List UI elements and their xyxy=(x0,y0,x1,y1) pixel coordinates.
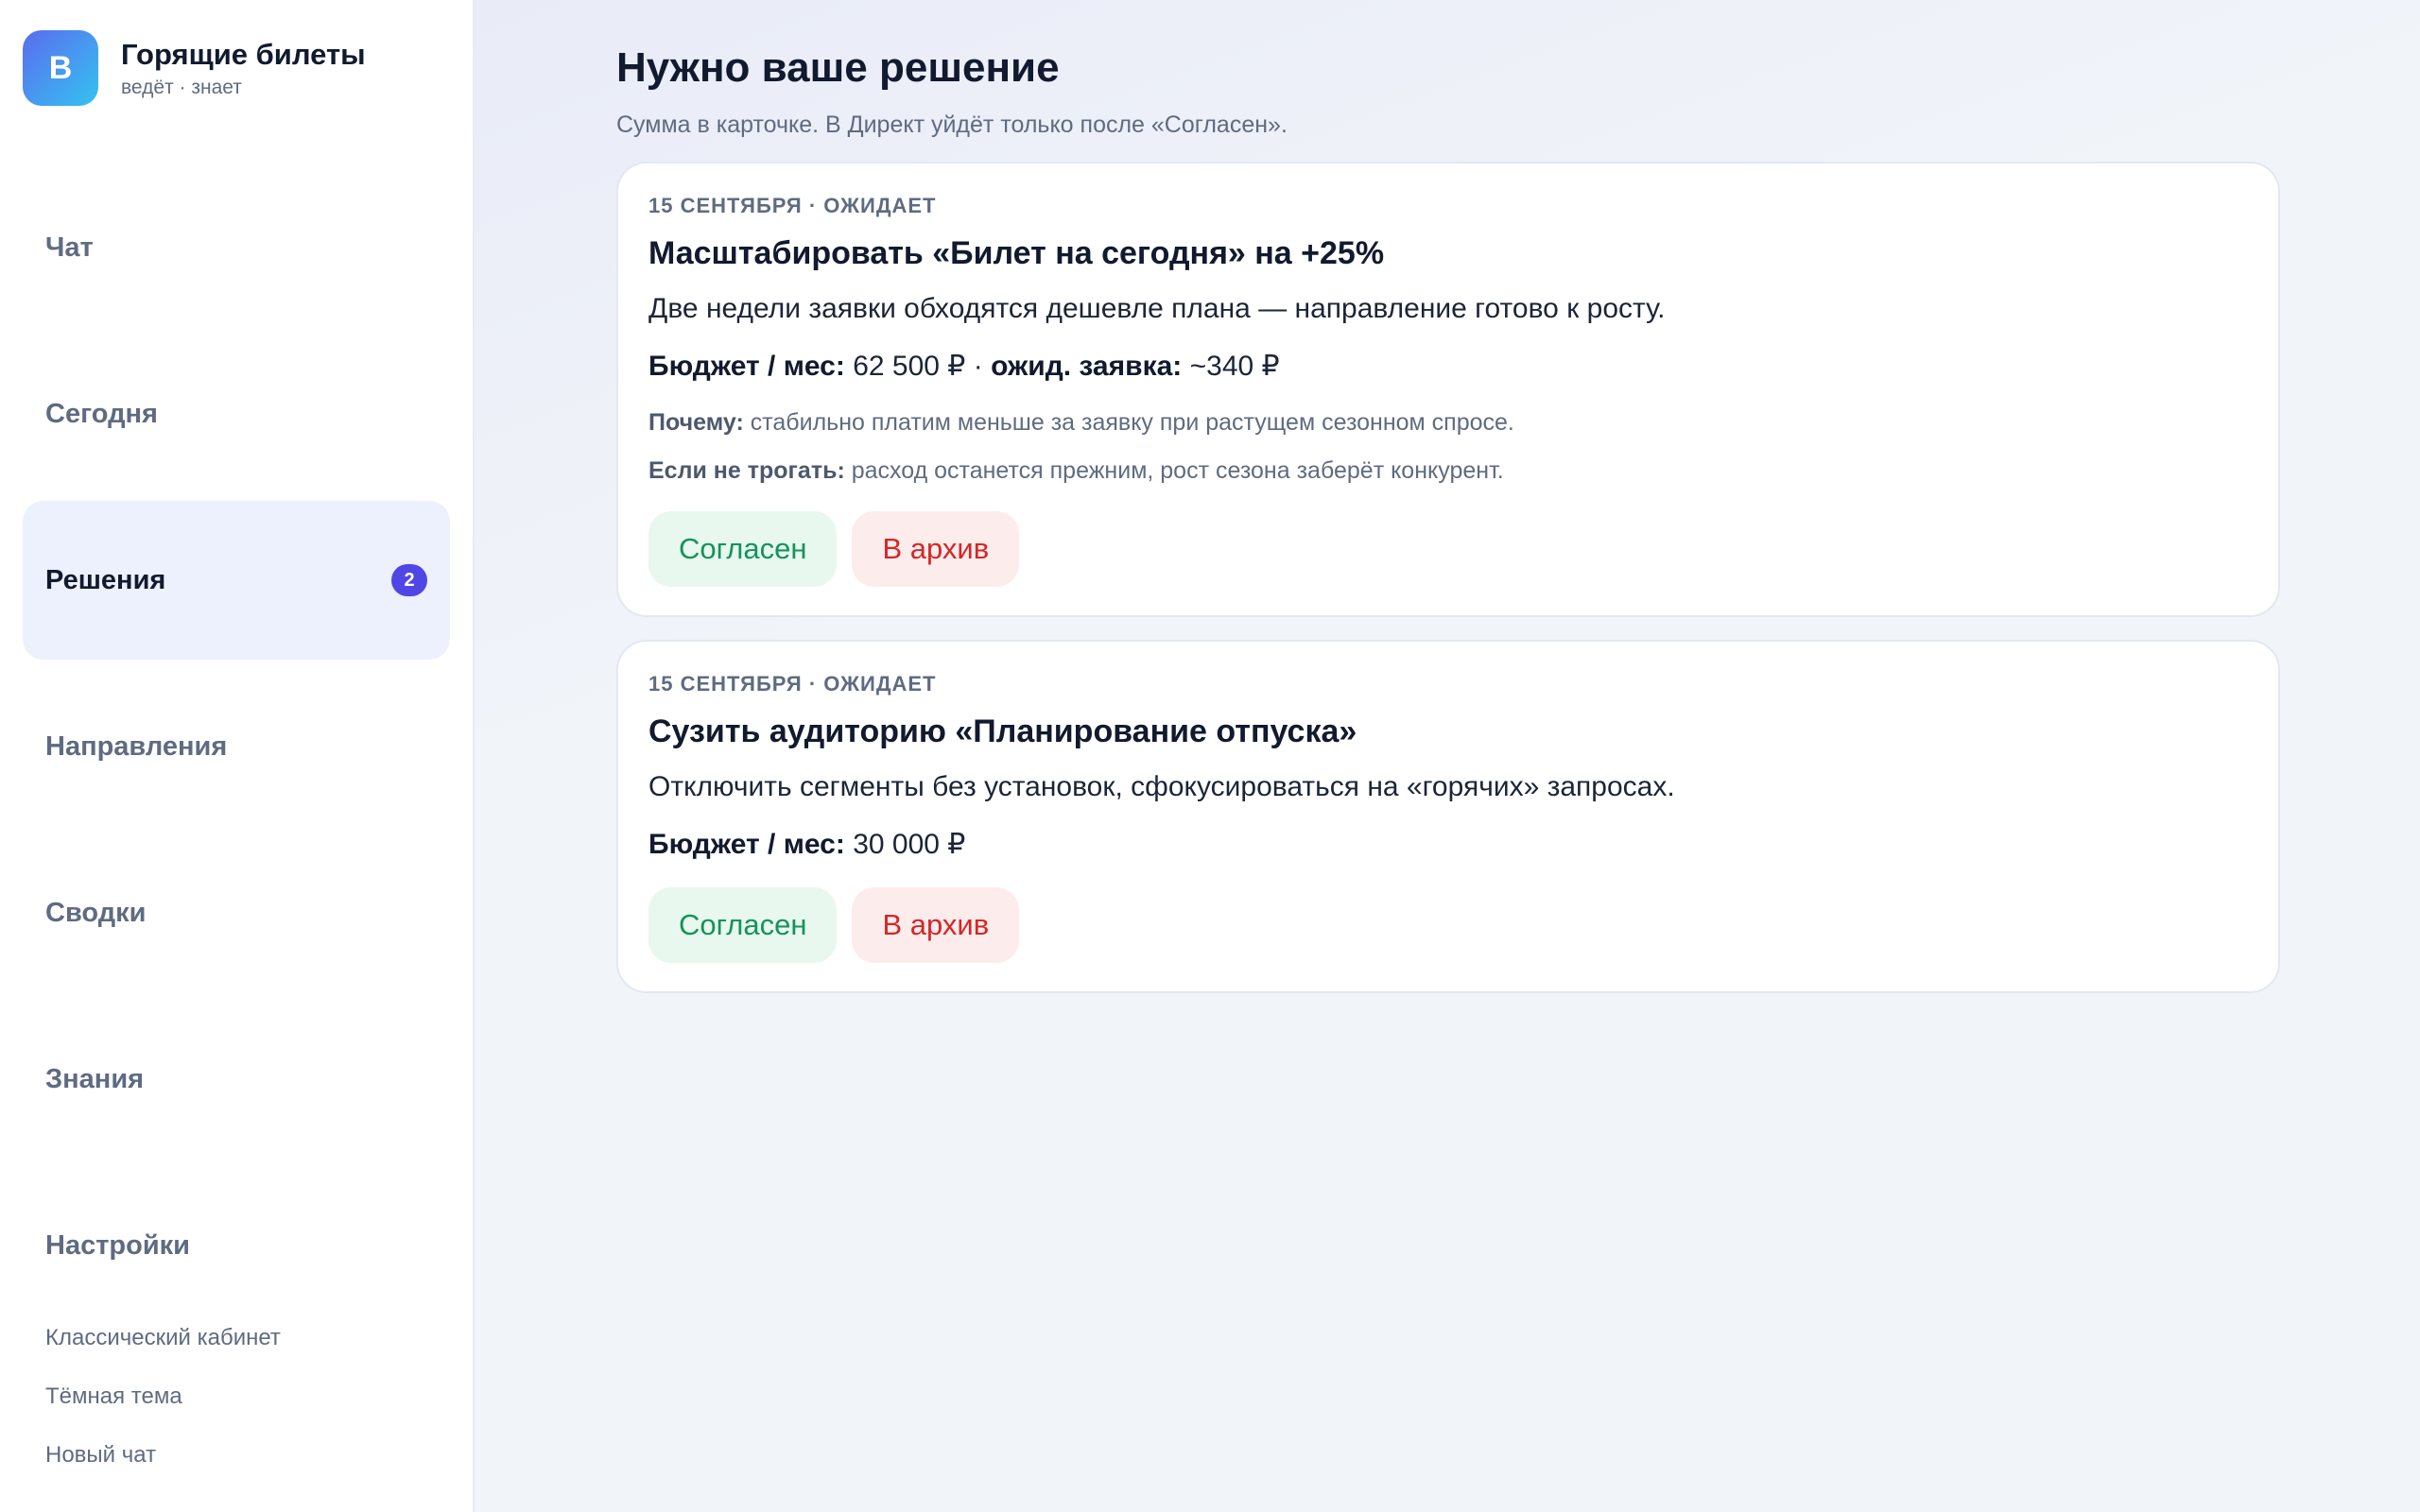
card-meta: 15 СЕНТЯБРЯ · ОЖИДАЕТ xyxy=(648,194,937,217)
expected-label: ожид. заявка: xyxy=(991,351,1183,382)
budget-separator: · xyxy=(965,351,992,382)
if-not-text: расход останется прежним, рост сезона за… xyxy=(851,457,1504,484)
page-title: Нужно ваше решение xyxy=(616,44,1060,91)
classic-cabinet-link[interactable]: Классический кабинет xyxy=(45,1319,281,1378)
sidebar-item-summaries[interactable]: Сводки xyxy=(23,833,450,992)
decisions-count-badge: 2 xyxy=(391,564,427,596)
brand-title: Горящие билеты xyxy=(121,38,366,71)
sidebar-item-settings[interactable]: Настройки xyxy=(23,1166,450,1325)
sidebar-item-today[interactable]: Сегодня xyxy=(23,335,450,493)
brand-subtitle: ведёт · знает xyxy=(121,77,242,98)
page-subtitle: Сумма в карточке. В Директ уйдёт только … xyxy=(616,112,1288,138)
brand: В Горящие билеты ведёт · знает xyxy=(23,30,450,106)
sidebar: В Горящие билеты ведёт · знает Чат Сегод… xyxy=(0,0,475,1512)
card-title: Сузить аудиторию «Планирование отпуска» xyxy=(648,713,1357,749)
card-if-not: Если не трогать: расход останется прежни… xyxy=(648,457,2248,485)
archive-button[interactable]: В архив xyxy=(852,887,1020,963)
decision-card: 15 СЕНТЯБРЯ · ОЖИДАЕТ Сузить аудиторию «… xyxy=(616,640,2280,993)
decision-card: 15 СЕНТЯБРЯ · ОЖИДАЕТ Масштабировать «Би… xyxy=(616,162,2280,617)
new-chat-link[interactable]: Новый чат xyxy=(45,1436,281,1495)
sidebar-item-label: Сводки xyxy=(45,897,147,928)
sidebar-nav: Чат Сегодня Решения 2 Направления Сводки… xyxy=(23,168,450,1332)
expected-value: ~340 ₽ xyxy=(1189,351,1280,382)
sidebar-item-label: Решения xyxy=(45,564,166,595)
card-description: Две недели заявки обходятся дешевле план… xyxy=(648,293,1666,324)
decisions-content: Нужно ваше решение Сумма в карточке. В Д… xyxy=(616,42,2280,993)
budget-value: 30 000 ₽ xyxy=(853,829,966,860)
card-budget: Бюджет / мес: 30 000 ₽ xyxy=(648,828,2248,861)
sidebar-item-label: Чат xyxy=(45,232,94,263)
sidebar-item-label: Направления xyxy=(45,730,228,762)
sidebar-item-directions[interactable]: Направления xyxy=(23,667,450,826)
sidebar-footer-links: Классический кабинет Тёмная тема Новый ч… xyxy=(45,1319,281,1495)
archive-button[interactable]: В архив xyxy=(852,511,1020,587)
budget-label: Бюджет / мес: xyxy=(648,829,845,860)
budget-value: 62 500 ₽ xyxy=(853,351,966,382)
sidebar-item-decisions[interactable]: Решения 2 xyxy=(23,501,450,660)
card-why: Почему: стабильно платим меньше за заявк… xyxy=(648,409,2248,437)
card-meta: 15 СЕНТЯБРЯ · ОЖИДАЕТ xyxy=(648,672,937,696)
why-text: стабильно платим меньше за заявку при ра… xyxy=(750,409,1514,436)
card-title: Масштабировать «Билет на сегодня» на +25… xyxy=(648,235,1385,271)
sidebar-item-label: Сегодня xyxy=(45,398,158,429)
brand-text: Горящие билеты ведёт · знает xyxy=(121,37,366,99)
if-not-label: Если не трогать: xyxy=(648,457,845,484)
sidebar-item-label: Знания xyxy=(45,1063,145,1094)
card-budget: Бюджет / мес: 62 500 ₽ · ожид. заявка: ~… xyxy=(648,350,2248,383)
agree-button[interactable]: Согласен xyxy=(648,511,838,587)
card-description: Отключить сегменты без установок, сфокус… xyxy=(648,771,1675,802)
main-area: Нужно ваше решение Сумма в карточке. В Д… xyxy=(475,0,2420,1512)
card-actions: Согласен В архив xyxy=(648,511,2248,615)
dark-theme-link[interactable]: Тёмная тема xyxy=(45,1378,281,1436)
agree-button[interactable]: Согласен xyxy=(648,887,838,963)
budget-label: Бюджет / мес: xyxy=(648,351,845,382)
sidebar-item-chat[interactable]: Чат xyxy=(23,168,450,327)
sidebar-item-knowledge[interactable]: Знания xyxy=(23,1000,450,1159)
why-label: Почему: xyxy=(648,409,744,436)
sidebar-item-label: Настройки xyxy=(45,1229,191,1261)
app: В Горящие билеты ведёт · знает Чат Сегод… xyxy=(0,0,2420,1512)
card-actions: Согласен В архив xyxy=(648,887,2248,991)
brand-logo: В xyxy=(23,30,98,106)
